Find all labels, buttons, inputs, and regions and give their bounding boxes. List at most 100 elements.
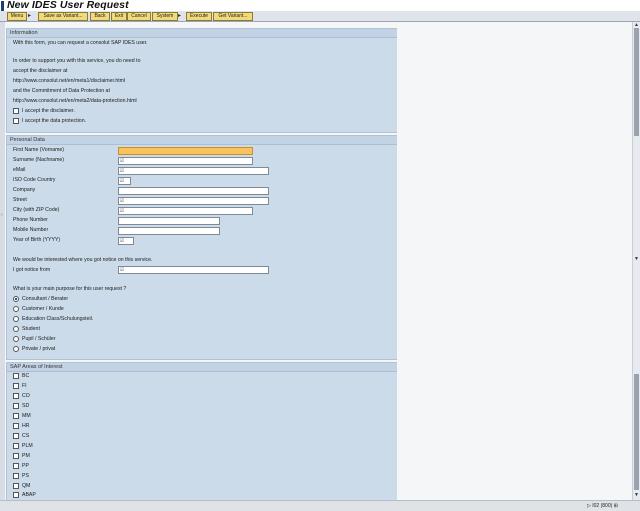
year-of-birth-label: Year of Birth (YYYY) (13, 237, 61, 243)
area-checkbox-ps[interactable] (13, 473, 19, 479)
accept-data-protection-label: I accept the data protection. (22, 118, 87, 124)
year-of-birth-input[interactable]: ☑ (118, 237, 134, 245)
page-title: New IDES User Request (7, 0, 129, 11)
area-label: FI (22, 383, 27, 389)
application-toolbar: Menu ▸ Save as Variant... Back Exit Canc… (0, 11, 640, 22)
area-label: HR (22, 423, 30, 429)
sap-areas-header: SAP Areas of Interest (7, 363, 397, 372)
purpose-label: Customer / Kunde (22, 306, 64, 312)
exit-button[interactable]: Exit (111, 12, 127, 21)
information-panel: Information With this form, you can requ… (6, 28, 398, 133)
city-label: City (with ZIP Code) (13, 207, 60, 213)
vertical-scrollbar[interactable]: ▲ ▼ ▼ (632, 22, 640, 500)
phone-input[interactable] (118, 217, 220, 225)
scroll-bottom-icon[interactable]: ▼ (633, 492, 640, 498)
area-label: BC (22, 373, 30, 379)
toolbar-expand-icon[interactable]: ▸ (28, 12, 31, 20)
area-label: SD (22, 403, 30, 409)
area-checkbox-hr[interactable] (13, 423, 19, 429)
area-checkbox-abap[interactable] (13, 492, 19, 498)
notice-question-text: We would be interested where you got not… (13, 257, 153, 263)
area-checkbox-cs[interactable] (13, 433, 19, 439)
system-button[interactable]: System (152, 12, 178, 21)
mobile-input[interactable] (118, 227, 220, 235)
iso-country-label: ISO Code Country (13, 177, 56, 183)
info-text-line: http://www.consolut.net/en/meta1/disclai… (13, 78, 126, 84)
accept-data-protection-checkbox[interactable] (13, 118, 19, 124)
scrollbar-thumb-lower[interactable] (634, 374, 639, 490)
area-label: PS (22, 473, 29, 479)
iso-country-input[interactable]: ☑ (118, 177, 131, 185)
purpose-radio-pupil[interactable] (13, 336, 19, 342)
surname-input[interactable]: ☑ (118, 157, 253, 165)
area-checkbox-plm[interactable] (13, 443, 19, 449)
info-text-line: In order to support you with this servic… (13, 58, 141, 64)
street-input[interactable]: ☑ (118, 197, 269, 205)
purpose-label: Private / privat (22, 346, 56, 352)
scroll-down-icon[interactable]: ▼ (633, 256, 640, 262)
area-checkbox-bc[interactable] (13, 373, 19, 379)
status-system-info[interactable]: ▷ I02 (800) ⊞ (587, 502, 618, 510)
purpose-label: Pupil / Schüler (22, 336, 56, 342)
status-expand-icon[interactable]: ▷ (587, 503, 591, 509)
area-checkbox-sd[interactable] (13, 403, 19, 409)
purpose-radio-customer[interactable] (13, 306, 19, 312)
purpose-radio-consultant[interactable] (13, 296, 19, 302)
menu-button[interactable]: Menu (7, 12, 27, 21)
company-input[interactable] (118, 187, 269, 195)
info-text-line: With this form, you can request a consol… (13, 40, 148, 46)
back-button[interactable]: Back (90, 12, 110, 21)
street-label: Street (13, 197, 27, 203)
sap-areas-panel: SAP Areas of Interest BC FI CO SD MM HR … (6, 362, 398, 501)
splitter-handle-icon[interactable]: ‹ (1, 212, 3, 218)
execute-button[interactable]: Execute (186, 12, 212, 21)
personal-data-panel: Personal Data First Name (Vorname) Surna… (6, 135, 398, 360)
personal-data-header: Personal Data (7, 136, 397, 145)
email-input[interactable]: ☑ (118, 167, 269, 175)
accept-disclaimer-checkbox[interactable] (13, 108, 19, 114)
cancel-button[interactable]: Cancel (127, 12, 151, 21)
area-label: CO (22, 393, 30, 399)
purpose-label: Student (22, 326, 40, 332)
purpose-question-text: What is your main purpose for this user … (13, 286, 127, 292)
save-as-variant-button[interactable]: Save as Variant... (38, 12, 88, 21)
info-text-line: http://www.consolut.net/en/meta2/data-pr… (13, 98, 137, 104)
area-label: PP (22, 463, 29, 469)
area-label: QM (22, 483, 31, 489)
city-input[interactable]: ☑ (118, 207, 253, 215)
info-text-line: accept the disclaimer at (13, 68, 68, 74)
purpose-radio-private[interactable] (13, 346, 19, 352)
get-variant-button[interactable]: Get Variant... (213, 12, 253, 21)
area-label: PLM (22, 443, 33, 449)
purpose-radio-education[interactable] (13, 316, 19, 322)
first-name-label: First Name (Vorname) (13, 147, 65, 153)
purpose-radio-student[interactable] (13, 326, 19, 332)
area-checkbox-co[interactable] (13, 393, 19, 399)
surname-label: Surname (Nachname) (13, 157, 65, 163)
purpose-label: Education Class/Schulungsteil. (22, 316, 94, 322)
area-checkbox-mm[interactable] (13, 413, 19, 419)
notice-from-input[interactable]: ☑ (118, 266, 269, 274)
info-text-line: and the Commitment of Data Protection at (13, 88, 110, 94)
company-label: Company (13, 187, 36, 193)
status-menu-icon[interactable]: ⊞ (614, 503, 618, 509)
area-label: PM (22, 453, 30, 459)
area-checkbox-fi[interactable] (13, 383, 19, 389)
area-label: ABAP (22, 492, 36, 498)
left-margin-strip: ‹ (0, 22, 5, 500)
area-checkbox-pp[interactable] (13, 463, 19, 469)
area-checkbox-pm[interactable] (13, 453, 19, 459)
first-name-input[interactable] (118, 147, 253, 155)
status-system-text: I02 (800) (592, 503, 613, 509)
email-label: eMail (13, 167, 26, 173)
status-bar: ▷ I02 (800) ⊞ (0, 500, 640, 511)
area-label: MM (22, 413, 31, 419)
area-checkbox-qm[interactable] (13, 483, 19, 489)
title-bar: New IDES User Request (0, 0, 640, 20)
purpose-label: Consultant / Berater (22, 296, 69, 302)
area-label: CS (22, 433, 30, 439)
phone-label: Phone Number (13, 217, 48, 223)
toolbar-separator: ▸ (178, 13, 182, 19)
empty-content-area (397, 22, 631, 500)
scrollbar-thumb-upper[interactable] (634, 28, 639, 136)
